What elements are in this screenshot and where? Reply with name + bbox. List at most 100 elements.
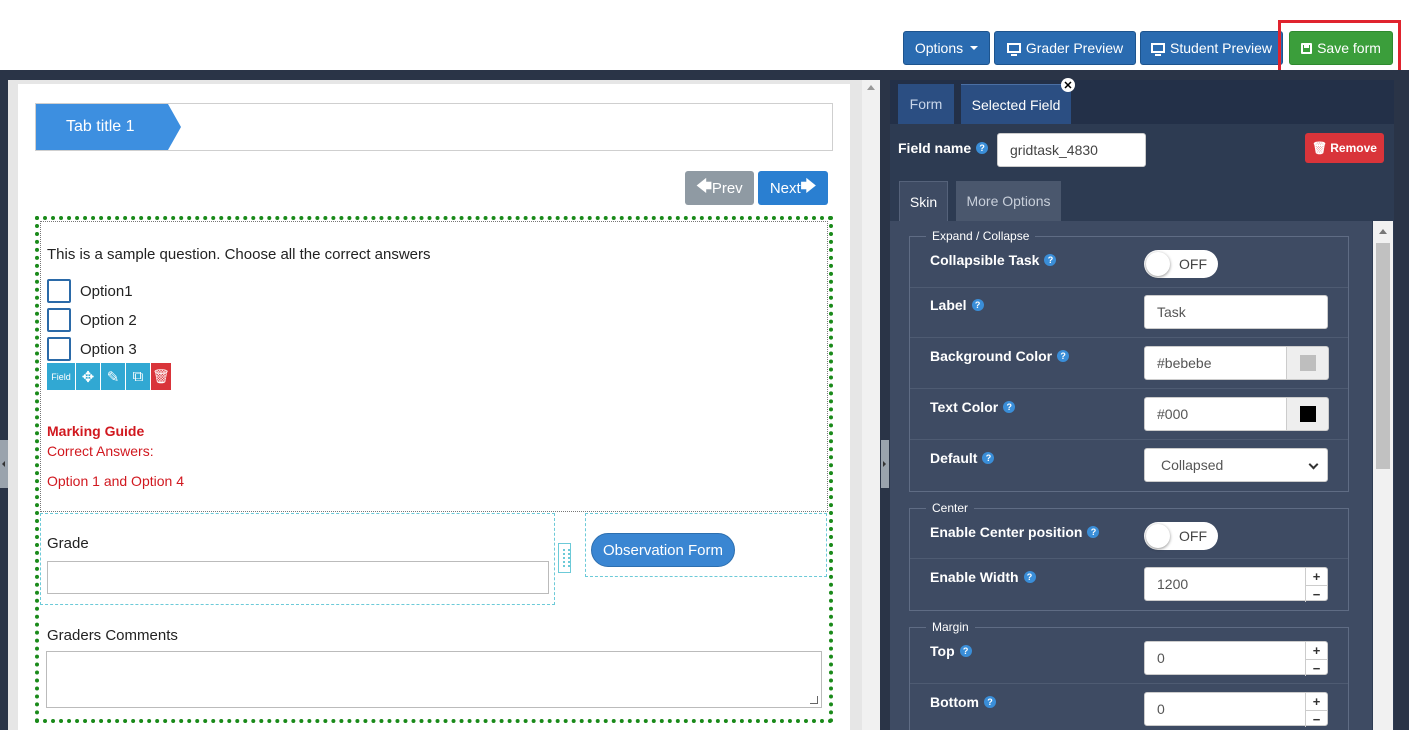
prev-button[interactable]: 🡄 Prev [685, 171, 754, 205]
label-text: Collapsible Task [930, 252, 1040, 268]
label-input[interactable]: Task [1144, 295, 1328, 329]
number-stepper[interactable]: + − [1305, 568, 1327, 602]
canvas-scrollbar[interactable] [862, 80, 880, 730]
help-icon[interactable]: ? [976, 142, 989, 154]
text-color-picker[interactable] [1287, 397, 1329, 431]
marking-guide-title: Marking Guide [47, 423, 145, 439]
margin-top-label: Top? [930, 643, 972, 659]
option-item[interactable]: Option 2 [47, 308, 137, 332]
scroll-up-icon[interactable] [1379, 229, 1387, 234]
graders-comments-label: Graders Comments [47, 627, 178, 644]
divider [910, 287, 1348, 288]
trash-icon: 🗑 [1312, 141, 1328, 155]
plus-icon[interactable]: + [1306, 568, 1327, 585]
remove-label: Remove [1330, 141, 1377, 155]
input-value: 1200 [1157, 576, 1189, 592]
plus-icon[interactable]: + [1306, 693, 1327, 710]
edit-icon[interactable]: ✎ [101, 363, 126, 390]
remove-button[interactable]: 🗑 Remove [1305, 133, 1384, 163]
field-name-text: Field name [898, 140, 972, 156]
margin-top-input[interactable]: 0 + − [1144, 641, 1328, 676]
student-preview-button[interactable]: Student Preview [1140, 31, 1283, 65]
help-icon[interactable]: ? [982, 452, 995, 464]
option-item[interactable]: Option 3 [47, 337, 137, 361]
help-icon[interactable]: ? [1003, 401, 1016, 413]
next-button[interactable]: Next 🡆 [758, 171, 828, 205]
help-icon[interactable]: ? [1023, 571, 1036, 583]
label-text: Label [930, 297, 967, 313]
margin-bottom-label: Bottom? [930, 694, 996, 710]
label-text: Default [930, 450, 978, 466]
field-name-input[interactable]: gridtask_4830 [997, 133, 1146, 167]
help-icon[interactable]: ? [984, 696, 996, 708]
background-color-picker[interactable] [1287, 346, 1329, 380]
resize-handle-icon[interactable] [810, 696, 818, 704]
tab-selected-field[interactable]: Selected Field [961, 84, 1071, 124]
label-text: Bottom [930, 694, 979, 710]
caret-down-icon [970, 46, 979, 50]
text-color-input[interactable]: #000 [1144, 397, 1287, 431]
number-stepper[interactable]: + − [1305, 642, 1327, 676]
tab-title-label: Tab title 1 [66, 118, 135, 135]
save-form-button[interactable]: Save form [1289, 31, 1393, 65]
enable-width-label: Enable Width? [930, 569, 1036, 585]
close-icon[interactable]: ✕ [1061, 78, 1075, 92]
group-legend: Center [932, 501, 969, 515]
number-stepper[interactable]: + − [1305, 693, 1327, 727]
student-preview-label: Student Preview [1170, 40, 1272, 56]
move-icon[interactable]: ✥ [76, 363, 101, 390]
help-icon[interactable]: ? [1087, 526, 1100, 538]
toggle-knob [1146, 524, 1170, 548]
left-panel-toggle[interactable] [0, 440, 8, 488]
checkbox[interactable] [47, 337, 71, 361]
tab-form[interactable]: Form [898, 84, 954, 124]
grade-input[interactable] [47, 561, 549, 594]
enable-center-toggle[interactable]: OFF [1144, 522, 1218, 550]
tab-more-options[interactable]: More Options [956, 181, 1061, 221]
margin-bottom-input[interactable]: 0 + − [1144, 692, 1328, 727]
tab-title-1[interactable]: Tab title 1 [36, 104, 181, 150]
group-legend: Margin [932, 620, 969, 634]
grader-preview-label: Grader Preview [1025, 40, 1124, 56]
collapsible-task-toggle[interactable]: OFF [1144, 250, 1218, 278]
label-field-label: Label? [930, 297, 984, 313]
drag-handle-icon[interactable] [558, 543, 571, 573]
scroll-up-icon[interactable] [867, 85, 875, 90]
minus-icon[interactable]: − [1306, 585, 1327, 602]
help-icon[interactable]: ? [971, 299, 984, 311]
help-icon[interactable]: ? [959, 645, 972, 657]
correct-answers-value: Option 1 and Option 4 [47, 473, 184, 489]
arrow-left-icon: 🡄 [696, 177, 712, 195]
default-select[interactable]: Collapsed [1144, 448, 1328, 482]
help-icon[interactable]: ? [1057, 350, 1070, 362]
background-color-input[interactable]: #bebebe [1144, 346, 1287, 380]
monitor-icon [1006, 43, 1021, 56]
checkbox[interactable] [47, 279, 71, 303]
toggle-state: OFF [1179, 528, 1207, 544]
trash-icon[interactable]: 🗑 [151, 363, 172, 390]
copy-icon[interactable]: ⧉ [126, 363, 151, 390]
label-text: Top [930, 643, 955, 659]
scroll-thumb[interactable] [1376, 243, 1390, 469]
help-icon[interactable]: ? [1044, 254, 1057, 266]
toggle-state: OFF [1179, 256, 1207, 272]
observation-form-button[interactable]: Observation Form [591, 533, 735, 567]
divider [910, 388, 1348, 389]
options-button[interactable]: Options [903, 31, 990, 65]
arrow-right-icon: 🡆 [800, 177, 817, 195]
label-text: Enable Center position [930, 524, 1083, 540]
minus-icon[interactable]: − [1306, 659, 1327, 676]
enable-width-input[interactable]: 1200 + − [1144, 567, 1328, 602]
option-item[interactable]: Option1 [47, 279, 133, 303]
settings-scrollbar[interactable] [1373, 221, 1393, 730]
checkbox[interactable] [47, 308, 71, 332]
background-color-label: Background Color? [930, 348, 1070, 364]
tab-skin[interactable]: Skin [899, 181, 948, 221]
right-panel-toggle[interactable] [881, 440, 889, 488]
color-swatch [1299, 406, 1316, 422]
grader-preview-button[interactable]: Grader Preview [994, 31, 1136, 65]
plus-icon[interactable]: + [1306, 642, 1327, 659]
input-value: 0 [1157, 650, 1165, 666]
minus-icon[interactable]: − [1306, 710, 1327, 727]
graders-comments-textarea[interactable] [46, 651, 822, 708]
